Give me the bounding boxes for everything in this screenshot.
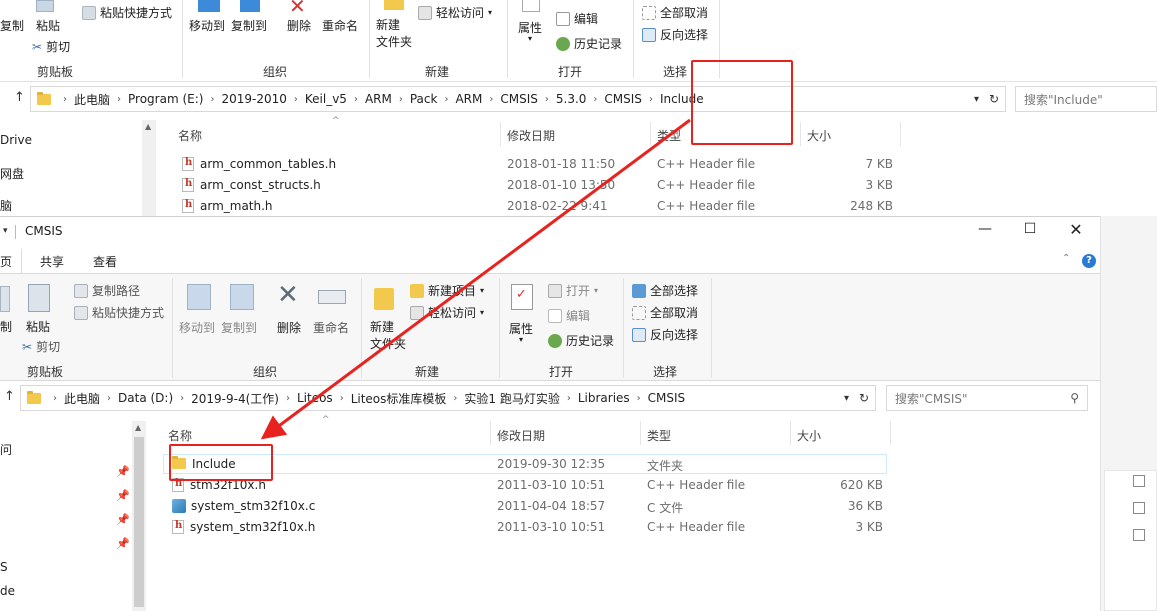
arrow-line [260, 118, 691, 440]
annotation-arrow [260, 118, 691, 440]
